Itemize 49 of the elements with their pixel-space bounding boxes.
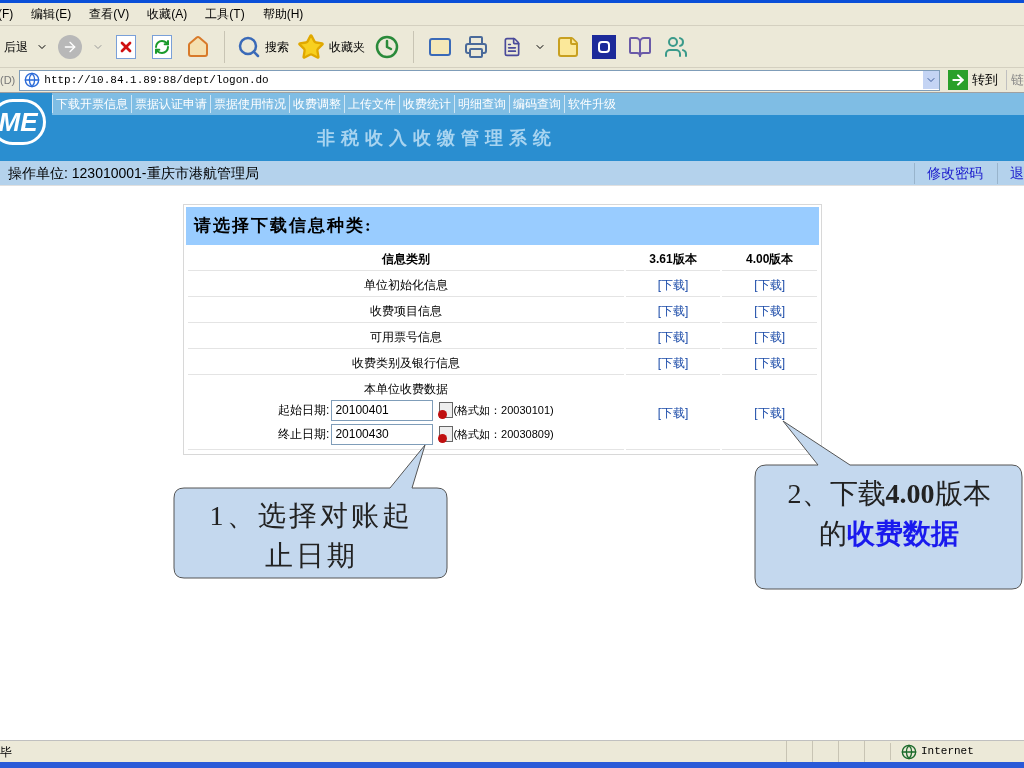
zone-label: Internet bbox=[921, 744, 974, 760]
menu-item[interactable]: 工具(T) bbox=[205, 5, 245, 23]
menu-item[interactable]: 帮助(H) bbox=[262, 5, 304, 23]
calendar-icon[interactable] bbox=[439, 402, 454, 418]
app-icon[interactable] bbox=[590, 32, 618, 61]
date-field[interactable]: 20100401 bbox=[331, 399, 434, 421]
menu-item[interactable]: 收藏(A) bbox=[147, 5, 188, 23]
address-label: (D) bbox=[0, 72, 16, 88]
operator-info: 操作单位: 123010001-重庆市港航管理局 bbox=[8, 163, 260, 183]
favorites-button[interactable]: 收藏夹 bbox=[297, 32, 365, 61]
download-link[interactable]: [下载] bbox=[657, 406, 689, 420]
address-field[interactable]: http://10.84.1.89:88/dept/logon.do bbox=[19, 69, 940, 91]
header-link[interactable]: 退 bbox=[997, 162, 1024, 184]
download-link[interactable]: [下载] bbox=[754, 303, 785, 318]
callout-text: 2、下载4.00版本的收费数据 bbox=[787, 478, 991, 549]
download-link[interactable]: [下载] bbox=[754, 406, 785, 420]
date-field[interactable]: 20100430 bbox=[331, 423, 434, 445]
table-cell-text: 本单位收费数据 bbox=[363, 381, 448, 398]
globe-icon bbox=[901, 743, 917, 760]
download-link[interactable]: [下载] bbox=[754, 329, 785, 344]
table-cell: 收费项目信息 bbox=[188, 299, 624, 323]
dropdown-icon bbox=[923, 71, 939, 89]
system-title: 非税收入收缴管理系统 bbox=[317, 127, 557, 150]
menu-item[interactable]: 编辑(E) bbox=[31, 5, 72, 23]
status-text: 毕 bbox=[0, 743, 13, 761]
download-link[interactable]: [下载] bbox=[657, 355, 689, 370]
table-cell: 可用票号信息 bbox=[188, 325, 624, 349]
format-hint: (格式如：20030101) bbox=[453, 402, 554, 418]
table-cell: 单位初始化信息 bbox=[188, 273, 624, 297]
panel-title: 请选择下载信息种类: bbox=[194, 215, 373, 238]
page-icon bbox=[24, 72, 41, 88]
download-link[interactable]: [下载] bbox=[657, 329, 689, 344]
download-link[interactable]: [下载] bbox=[754, 355, 785, 370]
callout-text: 1、选择对账起止日期 bbox=[209, 500, 413, 571]
star-icon[interactable] bbox=[297, 32, 325, 61]
search-icon[interactable] bbox=[237, 34, 261, 59]
table-cell: 收费类别及银行信息 bbox=[188, 351, 624, 375]
field-label: 终止日期: bbox=[278, 426, 330, 443]
format-hint: (格式如：20030809) bbox=[453, 426, 554, 442]
search-button[interactable]: 搜索 bbox=[237, 34, 289, 59]
field-label: 起始日期: bbox=[278, 402, 330, 419]
header-link[interactable]: 修改密码 bbox=[914, 162, 997, 184]
download-link[interactable]: [下载] bbox=[657, 303, 689, 318]
go-button[interactable]: 转到 bbox=[944, 70, 1002, 90]
back-button[interactable]: 后退 bbox=[0, 37, 48, 56]
calendar-icon[interactable] bbox=[439, 426, 454, 442]
download-link[interactable]: [下载] bbox=[657, 277, 689, 292]
download-link[interactable]: [下载] bbox=[754, 277, 785, 292]
menu-item[interactable]: 查看(V) bbox=[89, 5, 130, 23]
